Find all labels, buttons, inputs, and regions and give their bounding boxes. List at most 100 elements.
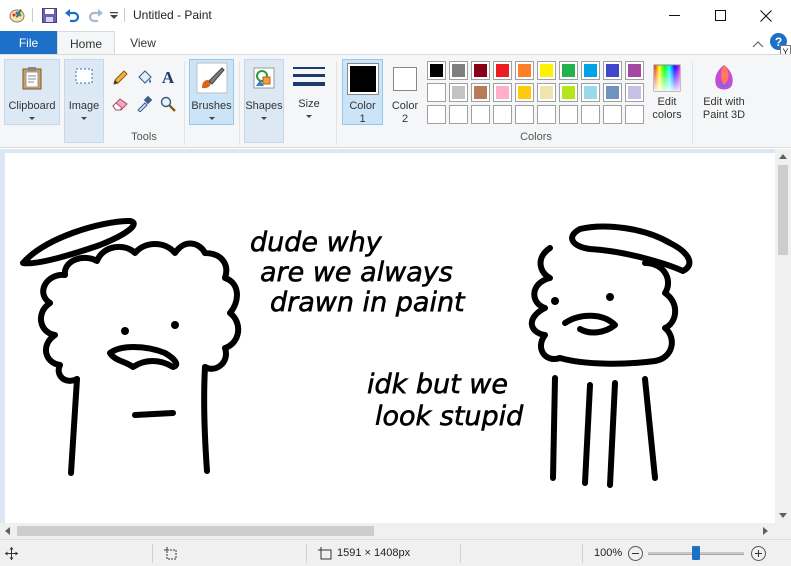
palette-swatch[interactable] <box>537 61 556 80</box>
collapse-ribbon-icon[interactable] <box>752 37 764 49</box>
palette-swatch[interactable] <box>625 83 644 102</box>
paint3d-label: Edit with <box>703 96 745 108</box>
palette-swatch[interactable] <box>559 105 578 124</box>
edit-colors-label-2: colors <box>652 109 682 121</box>
eraser-icon[interactable] <box>111 95 129 113</box>
vertical-scroll-thumb[interactable] <box>778 165 788 255</box>
customize-quick-access-icon[interactable] <box>108 6 120 24</box>
tab-file[interactable]: File <box>0 31 57 55</box>
image-label: Image <box>68 100 100 112</box>
shapes-label: Shapes <box>245 100 283 112</box>
tab-view[interactable]: View <box>118 31 168 55</box>
drawing-canvas[interactable]: dude why are we always drawn in paint id… <box>5 153 775 523</box>
drawing-mustache-right <box>562 312 618 336</box>
palette-swatch[interactable] <box>603 83 622 102</box>
speech-2-line-2: look stupid <box>375 401 524 432</box>
palette-swatch[interactable] <box>427 105 446 124</box>
magnifier-icon[interactable] <box>159 95 177 113</box>
edit-colors-button[interactable]: Edit colors <box>647 59 687 125</box>
color2-button[interactable]: Color 2 <box>385 59 425 125</box>
vertical-scrollbar[interactable] <box>775 149 791 523</box>
save-icon[interactable] <box>40 6 58 24</box>
palette-swatch[interactable] <box>625 61 644 80</box>
palette-swatch[interactable] <box>471 83 490 102</box>
tab-home[interactable]: Home <box>57 31 115 55</box>
palette-swatch[interactable] <box>515 105 534 124</box>
palette-swatch[interactable] <box>449 83 468 102</box>
zoom-out-button[interactable] <box>628 546 643 561</box>
palette-swatch[interactable] <box>471 105 490 124</box>
clipboard-button[interactable]: Clipboard <box>4 59 60 125</box>
brushes-dropdown-icon <box>208 117 215 120</box>
title-separator <box>32 8 33 22</box>
status-separator <box>582 544 583 563</box>
clipboard-dropdown-icon <box>29 117 35 120</box>
speech-1-line-2: are we always <box>260 257 453 288</box>
palette-swatch[interactable] <box>493 105 512 124</box>
zoom-slider-track[interactable] <box>648 546 744 560</box>
palette-swatch-color <box>430 86 443 99</box>
paint-app-icon[interactable] <box>8 6 26 24</box>
edit-with-paint3d-button[interactable]: Edit with Paint 3D <box>696 59 752 125</box>
image-size-icon <box>318 547 332 560</box>
paint-window: Untitled - Paint File Home View ? Y Clip… <box>0 0 791 566</box>
drawing-eye-left <box>121 327 129 335</box>
ribbon-separator <box>239 61 240 145</box>
palette-swatch[interactable] <box>603 61 622 80</box>
clipboard-icon <box>22 67 42 90</box>
palette-swatch[interactable] <box>449 105 468 124</box>
palette-swatch[interactable] <box>559 61 578 80</box>
shapes-button[interactable]: Shapes <box>244 59 284 143</box>
palette-swatch[interactable] <box>427 83 446 102</box>
zoom-in-button[interactable] <box>751 546 766 561</box>
palette-swatch[interactable] <box>559 83 578 102</box>
palette-swatch[interactable] <box>537 105 556 124</box>
palette-swatch-color <box>562 86 575 99</box>
status-bar: 1591 × 1408px 100% <box>0 539 791 566</box>
shapes-dropdown-icon <box>261 117 267 120</box>
palette-swatch[interactable] <box>515 83 534 102</box>
redo-icon[interactable] <box>86 6 106 24</box>
palette-swatch-color <box>540 86 553 99</box>
close-button[interactable] <box>743 0 789 31</box>
palette-swatch-color <box>496 86 509 99</box>
undo-icon[interactable] <box>62 6 82 24</box>
palette-swatch[interactable] <box>449 61 468 80</box>
palette-swatch[interactable] <box>493 83 512 102</box>
palette-swatch-color <box>496 64 509 77</box>
horizontal-scrollbar[interactable] <box>0 523 775 539</box>
palette-swatch-color <box>540 108 553 121</box>
maximize-button[interactable] <box>697 0 743 31</box>
image-button[interactable]: Image <box>64 59 104 143</box>
pencil-icon[interactable] <box>111 69 129 87</box>
fill-bucket-icon[interactable] <box>135 69 153 87</box>
palette-swatch[interactable] <box>625 105 644 124</box>
horizontal-scroll-thumb[interactable] <box>17 526 374 536</box>
color1-button[interactable]: Color 1 <box>342 59 383 125</box>
color-picker-icon[interactable] <box>135 95 153 113</box>
ribbon: Clipboard Image A Tools Brushes Shapes S… <box>0 54 791 148</box>
palette-swatch[interactable] <box>427 61 446 80</box>
window-title: Untitled - Paint <box>133 8 212 22</box>
palette-swatch-color <box>606 64 619 77</box>
palette-swatch[interactable] <box>581 83 600 102</box>
palette-swatch-color <box>584 64 597 77</box>
palette-swatch[interactable] <box>603 105 622 124</box>
palette-swatch-color <box>518 64 531 77</box>
brushes-button[interactable]: Brushes <box>189 59 234 125</box>
palette-swatch[interactable] <box>471 61 490 80</box>
text-tool-icon[interactable]: A <box>159 68 177 87</box>
minimize-button[interactable] <box>651 0 697 31</box>
title-bar: Untitled - Paint <box>0 0 791 31</box>
palette-swatch[interactable] <box>537 83 556 102</box>
palette-swatch[interactable] <box>581 61 600 80</box>
edit-colors-icon <box>653 64 681 92</box>
size-icon <box>293 67 325 86</box>
ribbon-tabs: File Home View ? Y <box>0 31 791 58</box>
palette-swatch[interactable] <box>581 105 600 124</box>
zoom-slider-thumb[interactable] <box>692 546 700 560</box>
palette-swatch[interactable] <box>493 61 512 80</box>
color1-number: 1 <box>359 113 366 125</box>
palette-swatch[interactable] <box>515 61 534 80</box>
size-button[interactable]: Size <box>289 59 329 125</box>
